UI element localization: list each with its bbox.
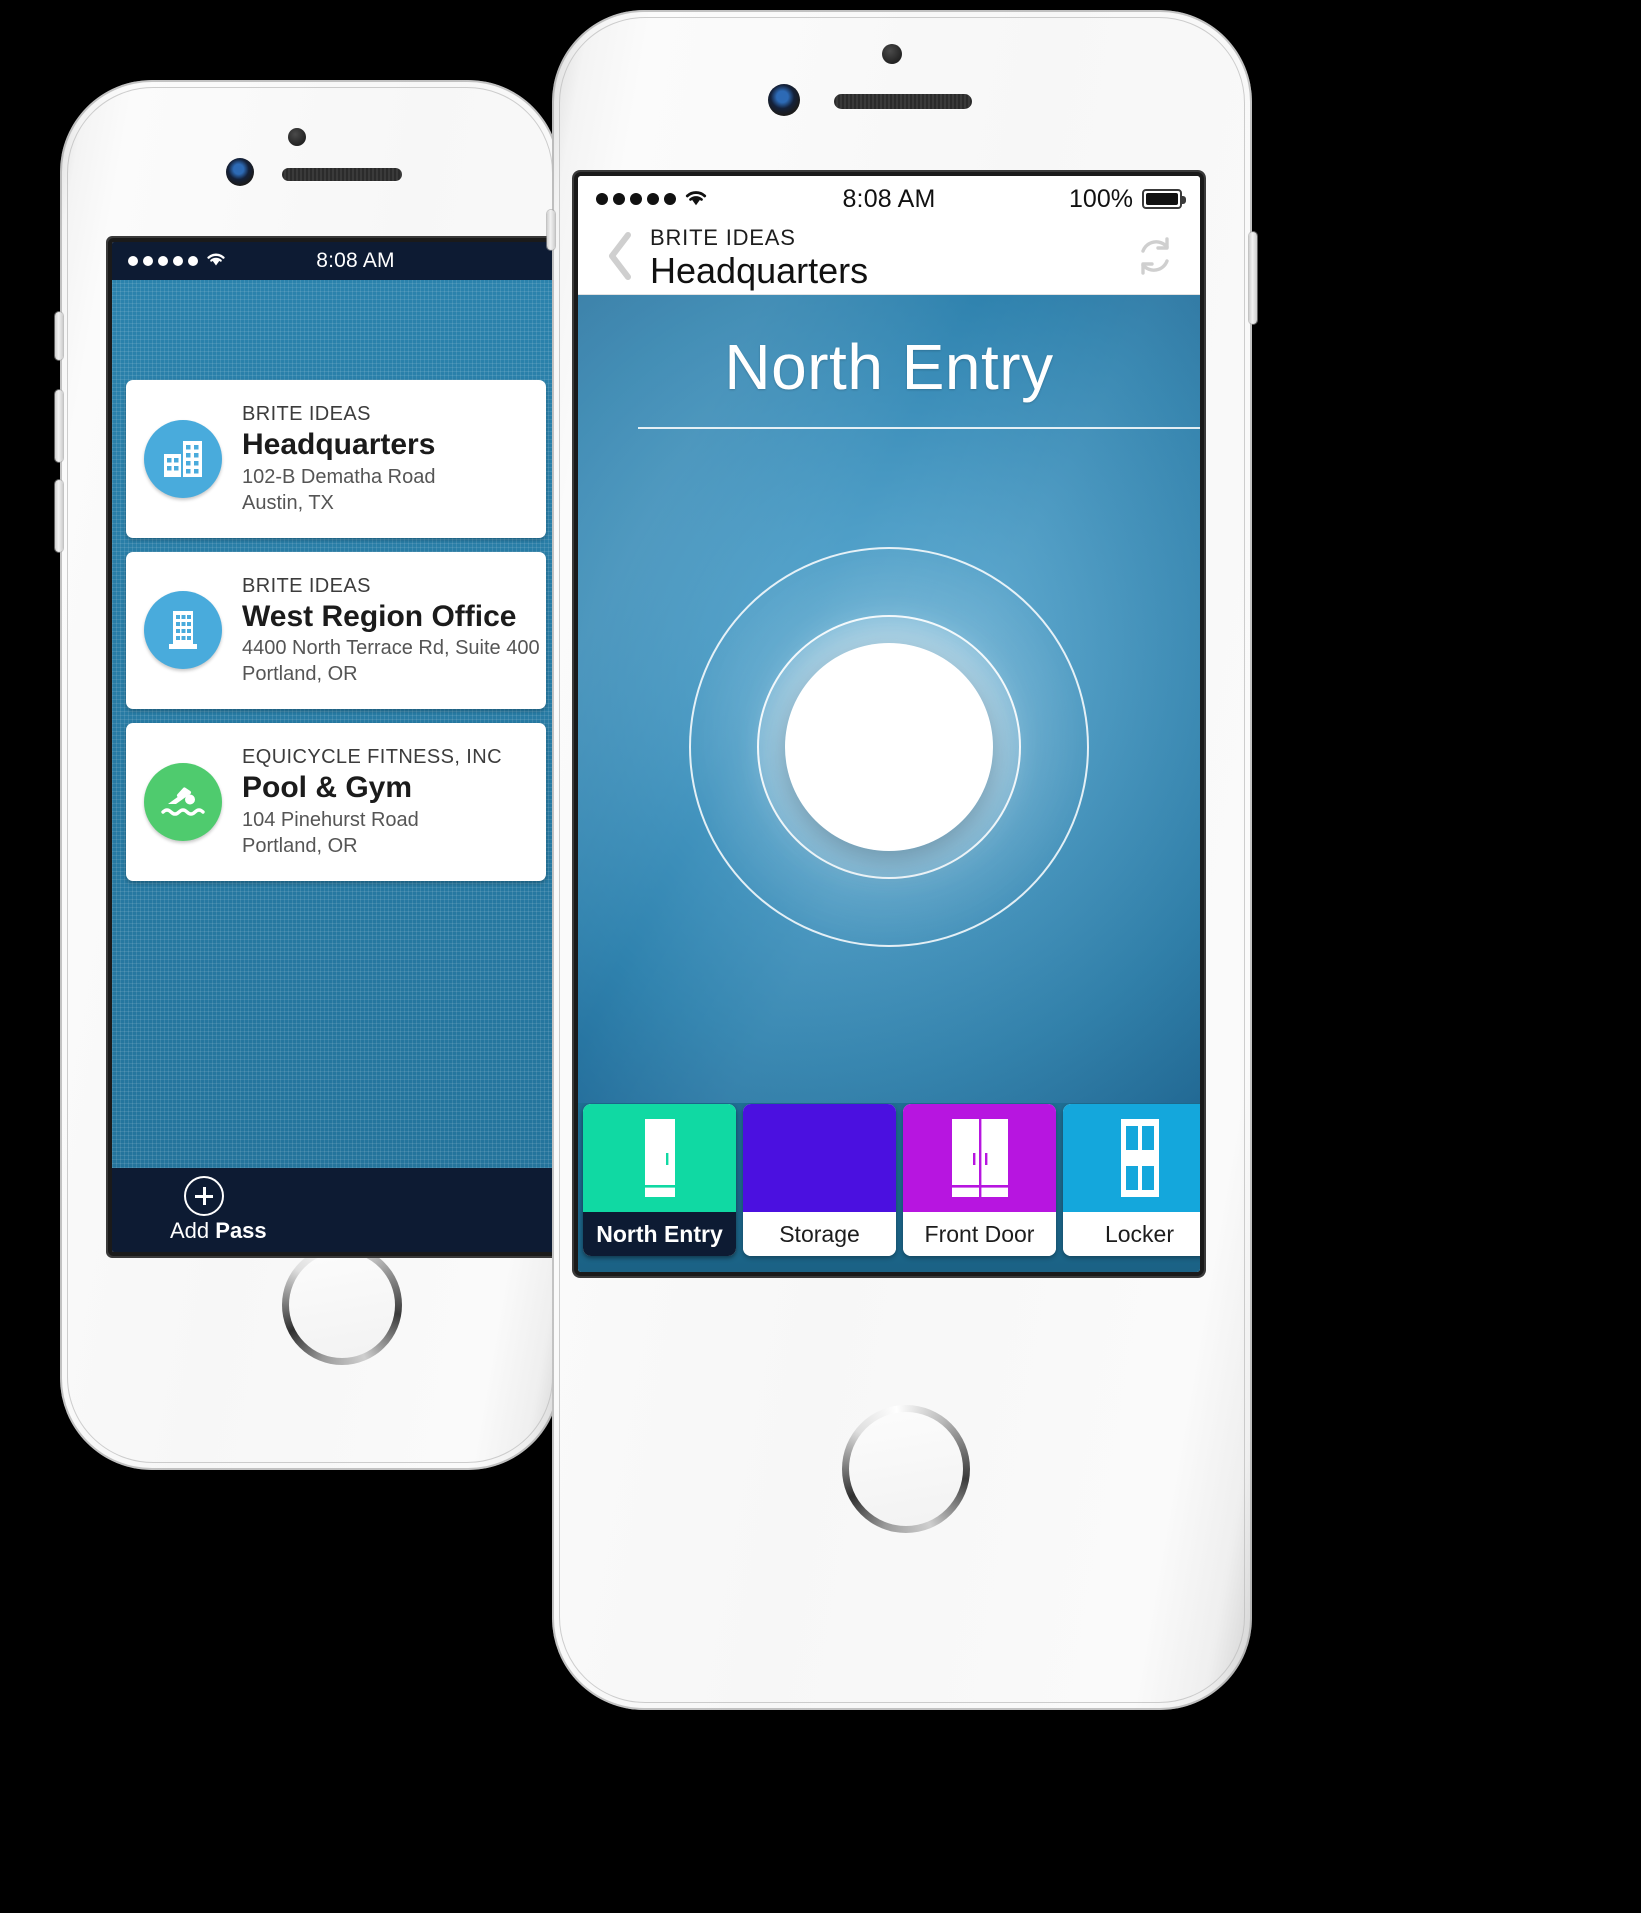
add-pass-label: Add Pass (170, 1218, 267, 1244)
door-title-underline (638, 427, 1200, 429)
pass-card-address-line2: Austin, TX (242, 491, 334, 514)
door-tab-north-entry[interactable]: North Entry (583, 1104, 736, 1256)
door-tab-label: Front Door (903, 1212, 1056, 1256)
door-tab-label: Storage (743, 1212, 896, 1256)
door-tab-label: Locker (1063, 1212, 1200, 1256)
lock-screen-stage: North Entry (578, 295, 1200, 1103)
pass-card-address-line2: Portland, OR (242, 663, 358, 686)
pass-card-org: EQUICYCLE FITNESS, INC (242, 746, 502, 769)
back-phone-volume-up-button[interactable] (55, 390, 63, 462)
pass-list[interactable]: BRITE IDEAS Headquarters 102-B Dematha R… (112, 280, 560, 1168)
front-phone-home-button[interactable] (842, 1405, 970, 1533)
pass-card-text: BRITE IDEAS West Region Office 4400 Nort… (242, 574, 540, 688)
unlock-button[interactable] (689, 547, 1089, 948)
front-phone-screen: 8:08 AM 100% BRITE IDEAS Headquarters No… (578, 176, 1200, 1272)
pass-card[interactable]: EQUICYCLE FITNESS, INC Pool & Gym 104 Pi… (126, 723, 546, 881)
pass-card[interactable]: BRITE IDEAS Headquarters 102-B Dematha R… (126, 380, 546, 538)
door-name-title: North Entry (724, 331, 1054, 403)
office-buildings-icon (144, 419, 222, 498)
pass-card-org: BRITE IDEAS (242, 403, 371, 425)
page-title: Headquarters (650, 249, 869, 291)
office-tower-icon (144, 591, 222, 670)
back-button[interactable] (594, 230, 646, 287)
front-status-right: 100% (1069, 184, 1186, 214)
plus-circle-icon (184, 1176, 224, 1216)
front-phone-mute-switch[interactable] (547, 210, 555, 250)
wifi-icon (683, 185, 709, 214)
pass-card-text: BRITE IDEAS Headquarters 102-B Dematha R… (242, 402, 435, 516)
pass-card-address-line1: 102-B Dematha Road (242, 465, 436, 488)
add-pass-button[interactable]: Add Pass (112, 1168, 560, 1252)
front-phone-front-camera-icon (768, 84, 800, 116)
door-tab-front-door[interactable]: Front Door (903, 1104, 1056, 1256)
back-phone-front-camera-icon (226, 158, 254, 186)
pass-card-address-line2: Portland, OR (242, 834, 358, 857)
back-phone-mute-switch[interactable] (55, 312, 63, 360)
back-phone-volume-down-button[interactable] (55, 480, 63, 552)
pass-list-top-spacer (126, 280, 546, 380)
pass-card[interactable]: BRITE IDEAS West Region Office 4400 Nort… (126, 551, 546, 710)
pass-card-address-line1: 104 Pinehurst Road (242, 808, 419, 831)
pass-card-name: West Region Office (242, 599, 517, 633)
door-tab-label: North Entry (583, 1212, 736, 1256)
pass-card-org: BRITE IDEAS (242, 574, 371, 597)
blank-icon (743, 1104, 896, 1212)
back-phone-sensor-dot (288, 128, 306, 146)
front-status-bar: 8:08 AM 100% (578, 176, 1200, 222)
swimmer-icon (144, 762, 222, 841)
door-tab-locker[interactable]: Locker (1063, 1104, 1200, 1256)
door-tab-strip[interactable]: North Entry Storage Front Door Locker (578, 1103, 1200, 1272)
add-pass-label-light: Add (170, 1218, 216, 1243)
battery-percent-label: 100% (1069, 184, 1133, 213)
wifi-icon (205, 249, 227, 273)
front-status-left (596, 185, 709, 214)
back-status-bar: 8:08 AM (112, 242, 560, 280)
pass-card-text: EQUICYCLE FITNESS, INC Pool & Gym 104 Pi… (242, 745, 502, 859)
pass-card-name: Pool & Gym (242, 771, 413, 805)
signal-strength-dots-icon (596, 193, 676, 205)
nav-titles: BRITE IDEAS Headquarters (646, 225, 1126, 292)
chevron-left-icon (605, 230, 635, 287)
signal-strength-dots-icon (128, 256, 198, 266)
unlock-core-circle (785, 643, 993, 852)
refresh-button[interactable] (1126, 234, 1184, 283)
door-tab-storage[interactable]: Storage (743, 1104, 896, 1256)
double-door-icon (903, 1104, 1056, 1212)
back-phone-earpiece-speaker (282, 168, 402, 181)
pass-card-address-line1: 4400 North Terrace Rd, Suite 400 (242, 637, 540, 660)
pass-card-name: Headquarters (242, 428, 436, 461)
add-pass-label-bold: Pass (215, 1218, 267, 1243)
back-status-time: 8:08 AM (316, 249, 395, 272)
back-phone-screen: 8:08 AM BRITE IDEAS Headquarters 102-B D… (112, 242, 560, 1252)
front-phone-earpiece-speaker (834, 94, 972, 109)
nav-bar: BRITE IDEAS Headquarters (578, 222, 1200, 295)
locker-door-icon (1063, 1104, 1200, 1212)
battery-full-icon (1141, 189, 1186, 209)
nav-org-label: BRITE IDEAS (650, 224, 796, 250)
front-phone-power-button[interactable] (1249, 232, 1257, 324)
refresh-icon (1134, 234, 1176, 283)
front-status-time: 8:08 AM (842, 184, 936, 213)
single-door-icon (583, 1104, 736, 1212)
back-phone-home-button[interactable] (282, 1245, 402, 1365)
back-status-left (128, 249, 227, 273)
front-phone-sensor-dot (882, 44, 902, 64)
